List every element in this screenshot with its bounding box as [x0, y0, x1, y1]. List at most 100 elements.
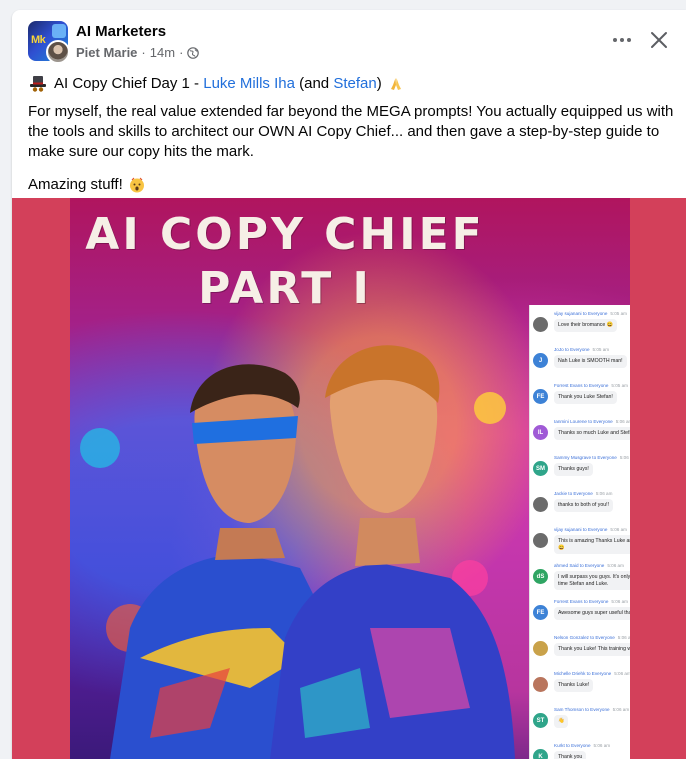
more-icon-dot: [627, 38, 631, 42]
post-image[interactable]: AI COPY CHIEF PART I vijay sujanani to E…: [12, 198, 686, 759]
chat-avatar: [533, 533, 548, 548]
more-icon-dot: [620, 38, 624, 42]
chat-avatar: IL: [533, 425, 548, 440]
chat-message-text: Love their bromance 😄: [554, 319, 618, 332]
chat-avatar: [533, 641, 548, 656]
chat-avatar: dS: [533, 569, 548, 584]
chat-avatar: [533, 677, 548, 692]
chat-sender: Sammy Musgrave to Everyone5:06 am: [554, 455, 630, 460]
chat-sender: Nelson Gonzalez to Everyone5:06 am: [554, 635, 630, 640]
chat-sender-name: Michelle Driehk to Everyone: [554, 671, 612, 676]
chat-time: 5:06 am: [607, 563, 624, 568]
group-avatar-text: Mk: [31, 34, 46, 46]
post-paragraph-2: Amazing stuff!: [28, 175, 678, 195]
chat-sender: Michelle Driehk to Everyone 5:06 am: [554, 671, 630, 676]
chat-time: 5:06 am: [595, 491, 613, 496]
chat-time: 5:06 am: [615, 419, 630, 424]
chat-sender-name: vijay sujanani to Everyone: [554, 311, 608, 316]
chat-sender-name: Ianmini Lourene to Everyone: [554, 419, 613, 424]
chat-message-text: Thanks Luke!: [554, 679, 594, 692]
chat-message: dS ahmed Said to Everyone 5:06 am I will su…: [530, 561, 630, 593]
chat-sender-name: JoJo to Everyone: [554, 347, 590, 352]
post-meta: Piet Marie · 14m ·: [76, 45, 200, 60]
chat-avatar: FE: [533, 605, 548, 620]
chat-time: 5:06 am: [612, 707, 630, 712]
chat-sender: vijay sujanani to Everyone 5:05 am: [554, 311, 627, 316]
chat-avatar: [533, 497, 548, 512]
chat-message-text: Thank you Luke Stefan!: [554, 391, 617, 404]
chat-message: Jackie to Everyone 5:06 am thanks to both …: [530, 489, 630, 521]
chat-time: 5:06 am: [610, 527, 627, 532]
chat-sender: Sam Thomson to Everyone 5:06 am: [554, 707, 629, 712]
chat-sender-name: Sam Thomson to Everyone: [554, 707, 610, 712]
post-title-mid: (and: [299, 75, 330, 92]
pray-icon: [390, 78, 401, 90]
chat-time: 5:06 am: [617, 635, 630, 640]
chat-sender-name: Sammy Musgrave to Everyone: [554, 455, 617, 460]
chat-message: vijay sujanani to Everyone 5:06 am This is…: [530, 525, 630, 557]
chat-sender-name: Forrest Evans to Everyone: [554, 599, 609, 604]
author-name[interactable]: Piet Marie: [76, 45, 137, 60]
chat-avatar: FE: [533, 389, 548, 404]
chat-sender-name: ahmed Said to Everyone: [554, 563, 605, 568]
chat-time: 5:06 am: [593, 743, 611, 748]
chat-time: 5:06 am: [614, 671, 630, 676]
mention-stefan[interactable]: Stefan: [333, 75, 376, 92]
chat-avatar: K: [533, 749, 548, 759]
chat-message-text: Thanks guys!: [554, 463, 593, 476]
chat-avatar: J: [533, 353, 548, 368]
chat-message-text: thanks to both of you!!: [554, 499, 614, 512]
chat-message: FE Forrest Evans to Everyone 5:05 am Thank …: [530, 381, 630, 413]
post-card: Mk AI Marketers Piet Marie · 14m · AI Co…: [12, 10, 686, 759]
chat-sender: Ianmini Lourene to Everyone5:06 am: [554, 419, 630, 424]
chat-time: 5:05 am: [610, 311, 627, 316]
chat-avatar: SM: [533, 461, 548, 476]
chat-sender: Kurkt to Everyone 5:06 am: [554, 743, 610, 748]
chat-message: ST Sam Thomson to Everyone 5:06 am 👋: [530, 705, 630, 737]
chat-message-text: Thank you: [554, 751, 587, 759]
user-avatar[interactable]: [46, 40, 70, 64]
chat-sender-name: vijay sujanani to Everyone: [554, 527, 608, 532]
chat-message: Michelle Driehk to Everyone 5:06 am Thanks…: [530, 669, 630, 701]
hero-illustration: [80, 345, 515, 759]
chat-sender: Jackie to Everyone 5:06 am: [554, 491, 612, 496]
chat-avatar: ST: [533, 713, 548, 728]
post-title-end: ): [376, 75, 382, 92]
chat-message-text: Thanks so much Luke and Stefan ✨: [554, 427, 630, 440]
chat-sender-name: Forrest Evans to Everyone: [554, 383, 609, 388]
chat-time: 5:05 am: [592, 347, 610, 352]
hat-icon: [30, 76, 46, 92]
meta-separator: ·: [179, 45, 184, 60]
chat-message: SM Sammy Musgrave to Everyone5:06 am Thank…: [530, 453, 630, 485]
robot-icon: [52, 24, 66, 38]
chat-time: 5:06 am: [611, 599, 628, 604]
chat-sender: vijay sujanani to Everyone 5:06 am: [554, 527, 627, 532]
chat-avatar: [533, 317, 548, 332]
chat-message-text: Thank you Luke! This training was gold: [554, 643, 630, 656]
poster-artwork: AI COPY CHIEF PART I vijay sujanani to E…: [70, 198, 630, 759]
chat-message: Nelson Gonzalez to Everyone5:06 am Thank …: [530, 633, 630, 665]
mention-luke[interactable]: Luke Mills Iha: [203, 75, 295, 92]
chat-message: J JoJo to Everyone 5:05 am Nah Luke is SMOO…: [530, 345, 630, 377]
chat-message-text: This is amazing Thanks Luke and Stefan 😄: [554, 535, 630, 555]
chat-panel: vijay sujanani to Everyone 5:05 am Love th…: [529, 305, 630, 759]
chat-time: 5:06 am: [619, 455, 630, 460]
post-title-prefix: AI Copy Chief Day 1 -: [54, 75, 200, 92]
more-options-button[interactable]: [608, 28, 636, 52]
chat-message-text: Nah Luke is SMOOTH man!: [554, 355, 627, 368]
post-time[interactable]: 14m: [150, 45, 175, 60]
chat-sender: JoJo to Everyone 5:05 am: [554, 347, 609, 352]
post-body: AI Copy Chief Day 1 - Luke Mills Iha (an…: [28, 74, 678, 195]
chat-time: 5:05 am: [611, 383, 628, 388]
group-name[interactable]: AI Marketers: [76, 23, 166, 40]
chat-sender: Forrest Evans to Everyone 5:05 am: [554, 383, 628, 388]
globe-icon: [187, 46, 200, 59]
poster-title-line-1: AI COPY CHIEF: [85, 209, 485, 260]
close-icon[interactable]: [646, 27, 672, 53]
chat-message-text: 👋: [554, 715, 569, 728]
chat-message-text: Awesome guys super useful thank you: [554, 607, 630, 620]
chat-sender-name: Kurkt to Everyone: [554, 743, 591, 748]
chat-message: IL Ianmini Lourene to Everyone5:06 am Than…: [530, 417, 630, 449]
more-icon: [613, 38, 617, 42]
poster-title: AI COPY CHIEF PART I: [70, 208, 500, 316]
